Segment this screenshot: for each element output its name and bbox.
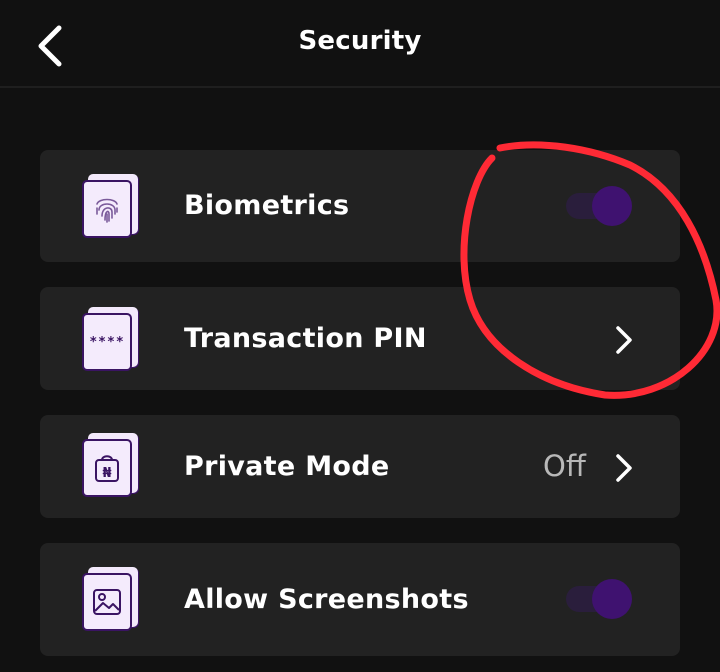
fingerprint-icon [82,174,140,240]
biometrics-toggle[interactable] [566,186,634,226]
svg-text:₦: ₦ [102,466,111,481]
setting-label-allow-screenshots: Allow Screenshots [184,584,469,615]
setting-row-transaction-pin[interactable]: **** Transaction PIN [40,287,680,390]
wallet-naira-icon: ₦ [82,433,140,499]
pin-icon: **** [82,307,140,373]
page-title: Security [298,26,422,56]
setting-label-transaction-pin: Transaction PIN [184,323,427,354]
allow-screenshots-toggle[interactable] [566,579,634,619]
setting-row-biometrics[interactable]: Biometrics [40,150,680,262]
setting-label-private-mode: Private Mode [184,451,390,482]
setting-row-private-mode[interactable]: ₦ Private Mode Off [40,415,680,518]
setting-row-allow-screenshots[interactable]: Allow Screenshots [40,543,680,656]
private-mode-value: Off [543,449,586,483]
chevron-right-icon[interactable] [612,323,636,357]
header-bar: Security [0,0,720,88]
security-screen: Security Biometrics **** Transaction PIN… [0,0,720,672]
chevron-right-icon[interactable] [612,451,636,485]
image-icon [82,567,140,633]
setting-label-biometrics: Biometrics [184,190,350,221]
